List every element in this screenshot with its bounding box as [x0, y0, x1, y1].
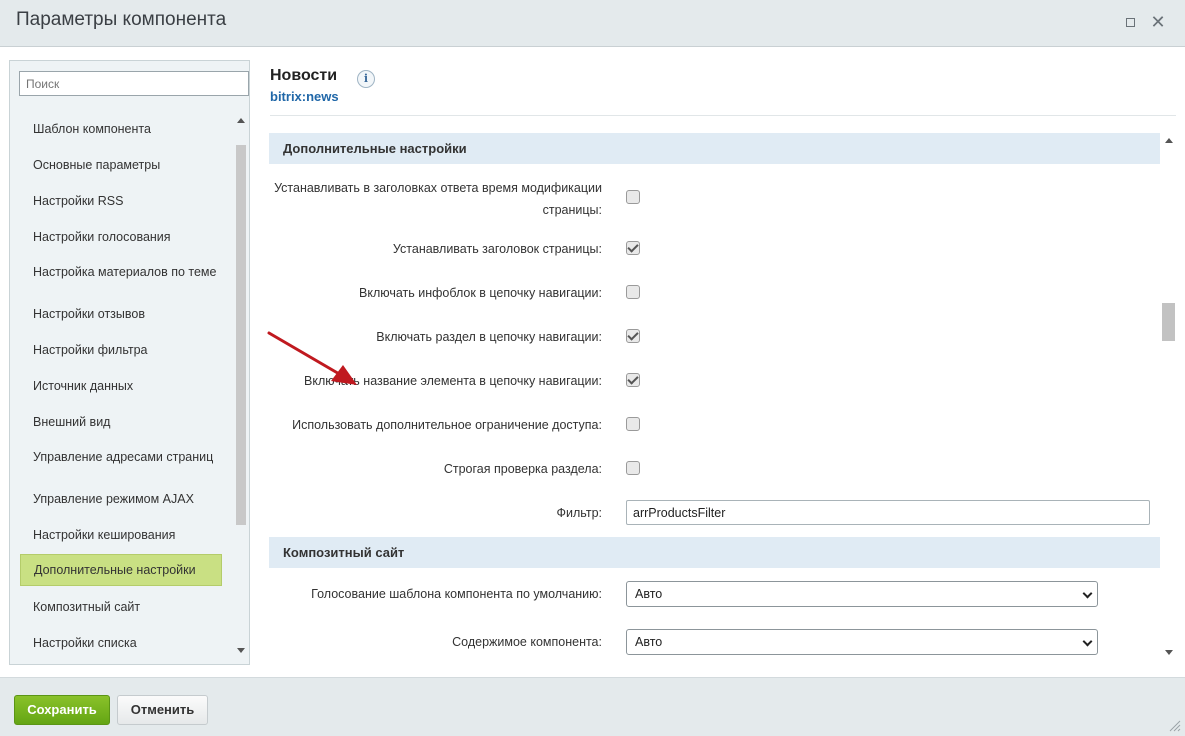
setting-label: Устанавливать заголовок страницы:	[392, 242, 602, 256]
component-content-select[interactable]: Авто	[626, 629, 1098, 655]
dialog-footer: Сохранить Отменить	[0, 677, 1185, 736]
chevron-down-icon	[1082, 636, 1093, 647]
scroll-up-icon[interactable]	[237, 118, 245, 123]
setting-label: Содержимое компонента:	[452, 635, 602, 649]
setting-label: Фильтр:	[556, 506, 602, 520]
dialog-content: Шаблон компонента Основные параметры Нас…	[0, 47, 1185, 677]
sidebar-item-related-materials[interactable]: Настройка материалов по теме	[20, 256, 222, 288]
sidebar-item-main-params[interactable]: Основные параметры	[20, 153, 222, 177]
sidebar-item-list-settings[interactable]: Настройки списка	[20, 631, 222, 655]
sidebar-item-caching[interactable]: Настройки кеширования	[20, 523, 222, 547]
setting-label: Использовать дополнительное ограничение …	[292, 418, 602, 432]
sidebar-item-url-management[interactable]: Управление адресами страниц	[20, 441, 222, 473]
cancel-button[interactable]: Отменить	[117, 695, 208, 725]
sidebar-item-data-source[interactable]: Источник данных	[20, 374, 222, 398]
scroll-up-icon[interactable]	[1165, 138, 1173, 143]
template-vote-select[interactable]: Авто	[626, 581, 1098, 607]
scroll-down-icon[interactable]	[237, 648, 245, 653]
section-header-composite: Композитный сайт	[269, 537, 1160, 568]
filter-input[interactable]	[626, 500, 1150, 525]
sidebar-scrollbar[interactable]	[233, 111, 249, 659]
setting-label: Голосование шаблона компонента по умолча…	[311, 587, 602, 601]
window-titlebar: Параметры компонента ✕	[0, 0, 1185, 47]
section-header-additional: Дополнительные настройки	[269, 133, 1160, 164]
sidebar-item-template[interactable]: Шаблон компонента	[20, 117, 222, 141]
sidebar-item-ajax[interactable]: Управление режимом AJAX	[20, 487, 222, 511]
sidebar-item-appearance[interactable]: Внешний вид	[20, 410, 222, 434]
chevron-down-icon	[1082, 588, 1093, 599]
scroll-thumb[interactable]	[1162, 303, 1175, 341]
component-title: Новости	[270, 67, 338, 84]
window-title: Параметры компонента	[16, 9, 227, 30]
sidebar-item-voting[interactable]: Настройки голосования	[20, 225, 222, 249]
settings-scrollbar[interactable]	[1161, 133, 1176, 660]
maximize-icon[interactable]	[1122, 14, 1138, 30]
sidebar-nav: Шаблон компонента Основные параметры Нас…	[10, 111, 231, 659]
sidebar: Шаблон компонента Основные параметры Нас…	[9, 60, 250, 665]
setting-label: Включать инфоблок в цепочку навигации:	[359, 286, 602, 300]
scroll-down-icon[interactable]	[1165, 650, 1173, 655]
checkbox-section-chain[interactable]	[626, 329, 640, 343]
setting-label: Устанавливать в заголовках ответа время …	[274, 181, 602, 217]
checkbox-permissions[interactable]	[626, 417, 640, 431]
save-button[interactable]: Сохранить	[14, 695, 110, 725]
sidebar-item-rss[interactable]: Настройки RSS	[20, 189, 222, 213]
info-icon[interactable]: i	[357, 70, 375, 88]
component-code: bitrix:news	[270, 89, 339, 104]
select-value: Авто	[635, 587, 663, 601]
checkbox-iblock-chain[interactable]	[626, 285, 640, 299]
divider	[270, 115, 1176, 116]
close-icon[interactable]: ✕	[1150, 13, 1166, 31]
scroll-thumb[interactable]	[236, 145, 246, 525]
checkbox-element-chain[interactable]	[626, 373, 640, 387]
sidebar-item-filter[interactable]: Настройки фильтра	[20, 338, 222, 362]
checkbox-last-modified[interactable]	[626, 190, 640, 204]
sidebar-item-reviews[interactable]: Настройки отзывов	[20, 302, 222, 326]
select-value: Авто	[635, 635, 663, 649]
settings-panel: Дополнительные настройки Устанавливать в…	[269, 133, 1160, 660]
checkbox-set-title[interactable]	[626, 241, 640, 255]
search-input[interactable]	[19, 71, 249, 96]
resize-grip-icon[interactable]	[1169, 720, 1181, 732]
sidebar-item-additional[interactable]: Дополнительные настройки	[20, 554, 222, 586]
setting-label: Строгая проверка раздела:	[443, 462, 602, 476]
sidebar-item-composite[interactable]: Композитный сайт	[20, 595, 222, 619]
checkbox-strict-section[interactable]	[626, 461, 640, 475]
annotation-arrow-icon	[267, 331, 357, 385]
